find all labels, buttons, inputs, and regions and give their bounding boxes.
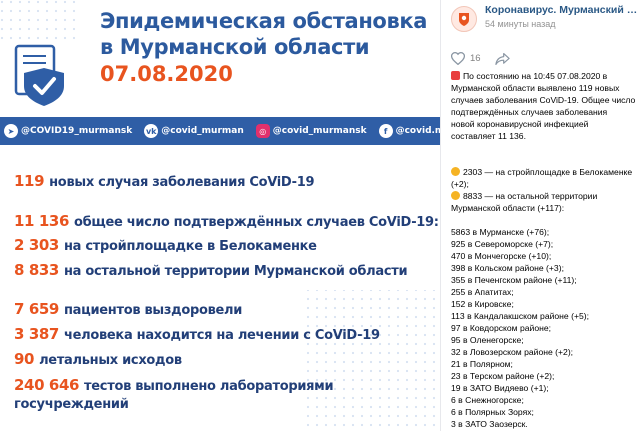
post-actions: 16: [451, 52, 510, 65]
stat-belokamenka: 2 303 на стройплощадке в Белокаменке: [14, 236, 317, 254]
stat-deaths: 90 летальных исходов: [14, 350, 182, 368]
post-time[interactable]: 54 минуты назад: [485, 19, 639, 29]
poster-title-line-1: Эпидемическая обстановка: [100, 9, 427, 33]
stat-in-treatment: 3 387 человека находится на лечении с CoV…: [14, 325, 380, 343]
vk-icon: vk: [144, 124, 159, 138]
post-panel: Коронавирус. Мурманский оперативный штаб…: [440, 0, 640, 431]
text-line: Мурманской области выявлено 119 новых: [451, 83, 620, 93]
social-vk: vk @covid_murman: [144, 124, 244, 138]
stat-text: летальных исходов: [39, 353, 182, 368]
district-line: 23 в Терском районе (+2);: [451, 371, 555, 381]
district-line: 97 в Ковдорском районе;: [451, 323, 552, 333]
stat-text: на стройплощадке в Белокаменке: [63, 239, 317, 254]
stat-total-cases: 11 136 общее число подтверждённых случаев…: [14, 212, 439, 230]
instagram-icon: ◎: [255, 124, 270, 138]
district-line: 925 в Североморске (+7);: [451, 239, 554, 249]
like-count: 16: [470, 53, 481, 64]
emblem-icon: [459, 13, 469, 26]
social-links-bar: ➤ @COVID19_murmansk vk @covid_murman ◎ @…: [0, 117, 440, 145]
stat-number: 119: [14, 172, 45, 190]
pointer-emoji-icon: [451, 167, 460, 176]
share-arrow-icon[interactable]: [494, 52, 510, 65]
district-line: 6 в Снежногорске;: [451, 395, 524, 405]
social-telegram: ➤ @COVID19_murmansk: [4, 124, 132, 138]
text-line: подтверждённых случаев заболевания: [451, 107, 608, 117]
stat-number: 90: [14, 350, 35, 368]
siren-emoji-icon: [451, 71, 460, 80]
district-line: 95 в Оленегорске;: [451, 335, 524, 345]
text-line: Мурманской области (+117):: [451, 203, 565, 213]
post-header: Коронавирус. Мурманский оперативный штаб…: [451, 4, 639, 34]
stat-rest-of-region: 8 833 на остальной территории Мурманской …: [14, 261, 408, 279]
stat-text-line-2: госучреждений: [14, 397, 129, 412]
stat-tests: 240 646 тестов выполнено лабораториями го…: [14, 376, 334, 414]
stat-text: общее число подтверждённых случаев CoViD…: [74, 215, 439, 230]
text-line: По состоянию на 10:45 07.08.2020 в: [451, 70, 639, 82]
district-line: 5863 в Мурманске (+76);: [451, 227, 550, 237]
bullet-belokamenka: 2303 — на стройплощадке в Белокаменке: [451, 166, 639, 178]
district-line: 6 в Полярных Зорях;: [451, 407, 534, 417]
stat-number: 8 833: [14, 261, 59, 279]
stat-number: 11 136: [14, 212, 70, 230]
district-line: 32 в Ловозерском районе (+2);: [451, 347, 574, 357]
text-line: (+2);: [451, 179, 469, 189]
district-line: 113 в Кандалакшском районе (+5);: [451, 311, 590, 321]
district-line: 3 в ЗАТО Заозерск.: [451, 419, 528, 429]
post-intro: По состоянию на 10:45 07.08.2020 в Мурма…: [451, 70, 639, 142]
stat-recovered: 7 659 пациентов выздоровели: [14, 300, 242, 318]
stat-text: человека находится на лечении с CoViD-19: [63, 328, 380, 343]
social-telegram-label: @COVID19_murmansk: [21, 126, 133, 136]
district-line: 355 в Печенгском районе (+11);: [451, 275, 577, 285]
bullet-rest-of-region: 8833 — на остальной территории: [451, 190, 639, 202]
like-heart-icon[interactable]: [451, 52, 465, 65]
district-line: 398 в Кольском районе (+3);: [451, 263, 564, 273]
stat-new-cases: 119 новых случая заболевания CoViD-19: [14, 172, 315, 190]
stat-text: новых случая заболевания CoViD-19: [49, 175, 315, 190]
telegram-icon: ➤: [4, 124, 18, 138]
pointer-emoji-icon: [451, 191, 460, 200]
poster-date: 07.08.2020: [100, 62, 233, 86]
infographic-image[interactable]: Эпидемическая обстановка в Мурманской об…: [0, 0, 440, 431]
poster-title-line-2: в Мурманской области: [100, 35, 370, 59]
post-header-text: Коронавирус. Мурманский оперативный штаб…: [485, 4, 639, 34]
facebook-icon: f: [378, 124, 393, 138]
community-avatar[interactable]: [451, 6, 477, 32]
district-line: 470 в Мончегорске (+10);: [451, 251, 552, 261]
social-instagram: ◎ @covid_murmansk: [255, 124, 367, 138]
social-facebook: f @covid.murman: [378, 124, 440, 138]
text-line: новой коронавирусной инфекцией: [451, 119, 589, 129]
stat-number: 240 646: [14, 376, 80, 394]
social-facebook-label: @covid.murman: [395, 126, 440, 136]
stat-number: 2 303: [14, 236, 59, 254]
stat-text: пациентов выздоровели: [63, 303, 243, 318]
social-vk-label: @covid_murman: [161, 126, 244, 136]
text-line: случаев заболевания CoViD-19. Общее числ…: [451, 95, 636, 105]
shield-check-icon: [14, 44, 64, 106]
post-text: По состоянию на 10:45 07.08.2020 в Мурма…: [451, 70, 639, 430]
stat-number: 3 387: [14, 325, 59, 343]
text-line: составляет 11 136.: [451, 131, 526, 141]
district-line: 21 в Полярном;: [451, 359, 513, 369]
stat-text: тестов выполнено лабораториями: [84, 379, 334, 394]
stat-number: 7 659: [14, 300, 59, 318]
district-line: 255 в Апатитах;: [451, 287, 514, 297]
district-line: 19 в ЗАТО Видяево (+1);: [451, 383, 549, 393]
stat-text: на остальной территории Мурманской облас…: [63, 264, 408, 279]
poster-title: Эпидемическая обстановка в Мурманской об…: [100, 8, 430, 87]
community-name-link[interactable]: Коронавирус. Мурманский оперативный штаб: [485, 4, 639, 16]
social-instagram-label: @covid_murmansk: [272, 126, 367, 136]
district-line: 152 в Кировске;: [451, 299, 514, 309]
